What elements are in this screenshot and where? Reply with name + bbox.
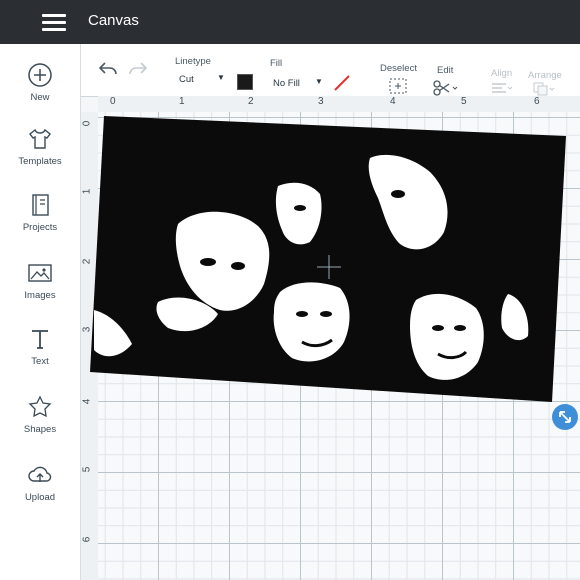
linetype-label: Linetype — [175, 56, 211, 67]
fill-value: No Fill — [273, 78, 300, 89]
fill-label: Fill — [270, 58, 283, 69]
ruler-tick-label: 5 — [461, 96, 467, 107]
fill-select[interactable]: No Fill ▼ — [271, 76, 331, 92]
sidebar-item-label: Upload — [24, 492, 56, 503]
ruler-tick-label: 3 — [318, 96, 324, 107]
plus-circle-icon — [28, 63, 52, 87]
edit-toolbar: Linetype Cut ▼ Fill No Fill ▼ Deselect E… — [81, 44, 580, 97]
deselect-icon[interactable] — [389, 78, 407, 94]
app-screen: Canvas New Templates Projects Images Tex… — [0, 0, 580, 580]
ruler-tick-label: 1 — [179, 96, 185, 107]
deselect-label: Deselect — [380, 63, 417, 74]
sidebar-item-label: Templates — [18, 156, 62, 167]
top-bar: Canvas — [0, 0, 580, 44]
app-title: Canvas — [88, 12, 139, 29]
align-label: Align — [491, 68, 513, 79]
sidebar-item-shapes[interactable]: Shapes — [0, 394, 80, 435]
sidebar-item-label: Shapes — [23, 424, 57, 435]
resize-handle[interactable] — [552, 404, 578, 430]
top-ruler: 0 1 2 3 4 5 6 — [98, 96, 580, 113]
sidebar-item-label: Text — [31, 356, 49, 367]
upload-cloud-icon — [28, 466, 52, 482]
sidebar-item-label: Images — [24, 290, 56, 301]
text-icon — [32, 330, 48, 349]
undo-icon[interactable] — [97, 60, 119, 78]
linetype-color-swatch[interactable] — [237, 74, 253, 90]
shapes-icon — [28, 395, 52, 418]
no-fill-swatch-icon[interactable] — [333, 74, 351, 92]
align-icon[interactable] — [491, 82, 515, 94]
arrange-label: Arrange — [528, 70, 562, 81]
sidebar-item-label: New — [30, 92, 50, 103]
sidebar: New Templates Projects Images Text Shape… — [0, 44, 81, 580]
linetype-select[interactable]: Cut ▼ — [177, 72, 233, 88]
book-icon — [32, 194, 49, 216]
sidebar-item-images[interactable]: Images — [0, 260, 80, 301]
hamburger-menu-icon[interactable] — [42, 14, 66, 31]
ruler-tick-label: 0 — [110, 96, 116, 107]
sidebar-item-label: Projects — [22, 222, 58, 233]
edit-label: Edit — [437, 65, 454, 76]
sidebar-item-new[interactable]: New — [0, 62, 80, 103]
sidebar-item-text[interactable]: Text — [0, 326, 80, 367]
tshirt-icon — [29, 128, 51, 149]
ruler-tick-label: 6 — [81, 536, 93, 543]
sidebar-item-upload[interactable]: Upload — [0, 462, 80, 503]
chevron-down-icon: ▼ — [315, 77, 323, 86]
resize-arrows-icon — [559, 411, 571, 423]
edit-scissors-icon[interactable] — [433, 80, 459, 96]
arrange-icon[interactable] — [533, 82, 557, 96]
crosshair-icon — [317, 255, 341, 279]
ruler-tick-label: 5 — [81, 466, 93, 473]
linetype-value: Cut — [179, 74, 194, 85]
image-icon — [28, 264, 52, 282]
chevron-down-icon: ▼ — [217, 73, 225, 82]
ruler-tick-label: 6 — [534, 96, 540, 107]
sidebar-item-projects[interactable]: Projects — [0, 192, 80, 233]
redo-icon[interactable] — [127, 60, 149, 78]
ruler-tick-label: 2 — [248, 96, 254, 107]
ruler-tick-label: 4 — [390, 96, 396, 107]
sidebar-item-templates[interactable]: Templates — [0, 126, 80, 167]
